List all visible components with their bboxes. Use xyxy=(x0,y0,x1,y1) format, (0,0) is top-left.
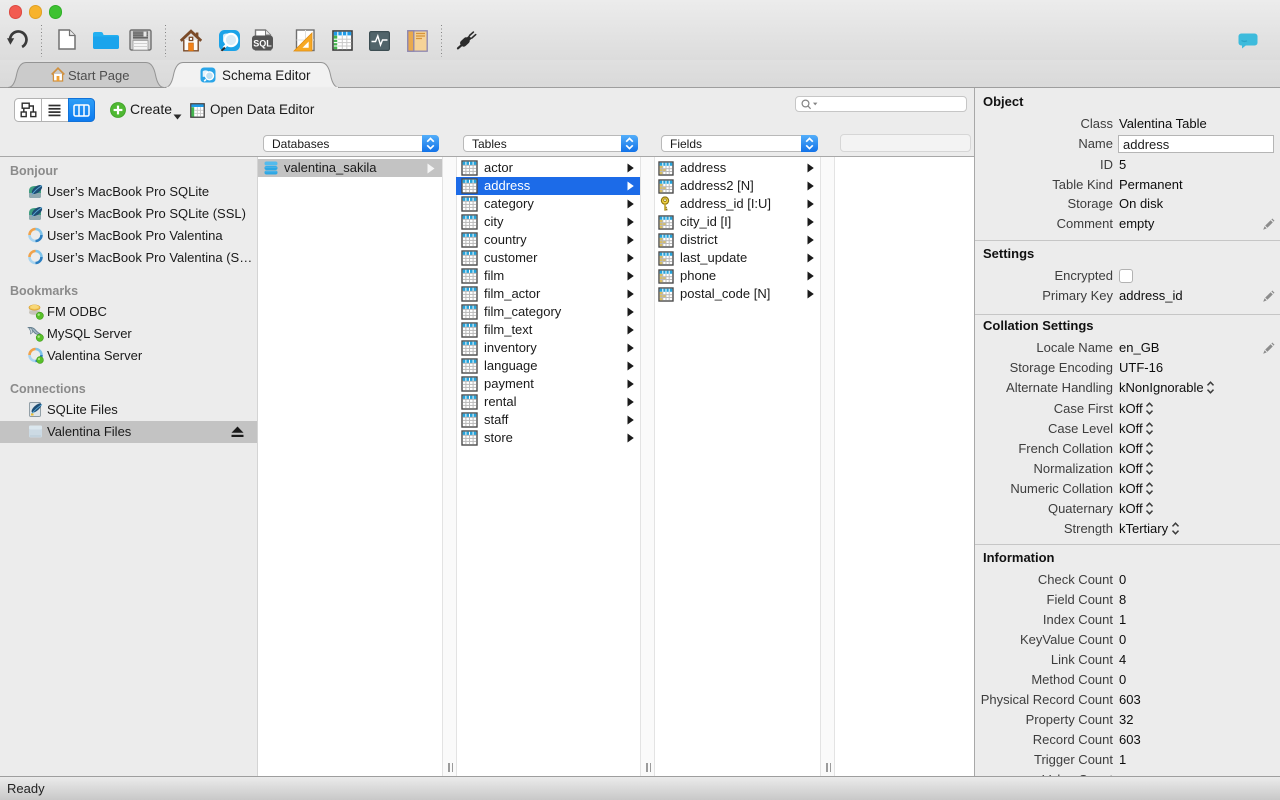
svg-text:SQL: SQL xyxy=(253,39,272,49)
